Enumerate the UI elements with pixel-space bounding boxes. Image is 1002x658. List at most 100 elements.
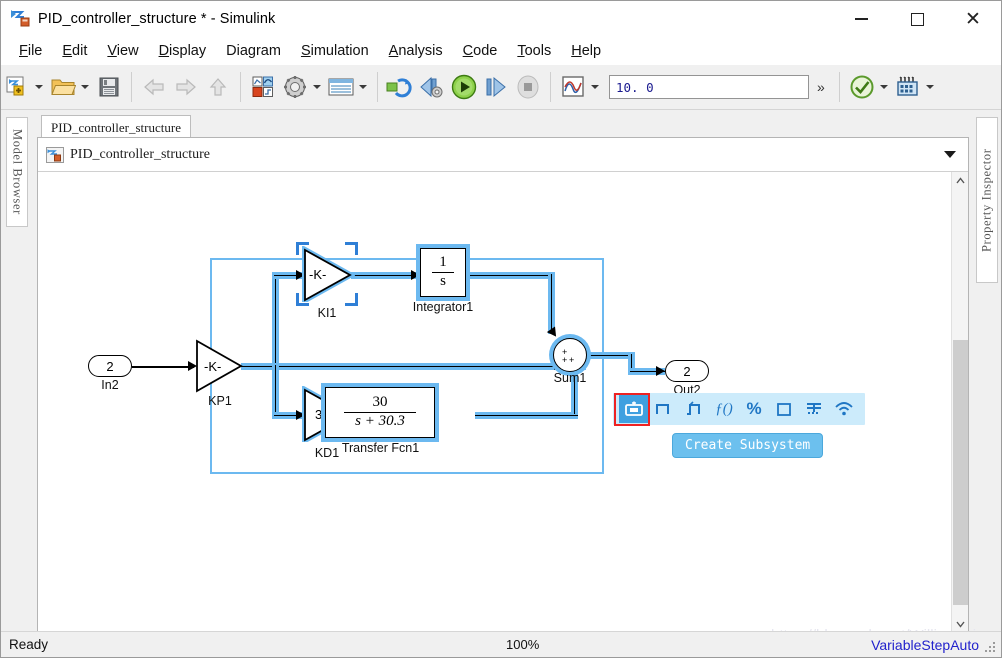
breadcrumb-dropdown-caret[interactable] (944, 151, 956, 158)
close-button[interactable]: ✕ (945, 1, 1001, 37)
block-sum1[interactable]: + + + (553, 338, 587, 372)
library-browser-button[interactable] (248, 71, 278, 103)
create-enabled-subsystem-icon[interactable] (649, 395, 679, 423)
up-to-parent-button[interactable] (203, 71, 233, 103)
create-bus-icon[interactable] (799, 395, 829, 423)
wire-integrator-out (466, 275, 555, 277)
toolbar-overflow-button[interactable]: » (817, 79, 825, 95)
block-out2[interactable]: 2 (665, 360, 709, 382)
arrow-out2-in (656, 366, 665, 376)
simulation-stop-time-input[interactable]: 10. 0 (609, 75, 809, 99)
main-toolbar: 10. 0 » (1, 65, 1001, 110)
transferfcn-numerator: 30 (373, 395, 388, 411)
open-model-dropdown[interactable] (79, 71, 91, 103)
simulink-window: PID_controller_structure * - Simulink ✕ … (0, 0, 1002, 658)
new-model-dropdown[interactable] (33, 71, 45, 103)
resize-grip[interactable] (985, 642, 997, 654)
status-bar: Ready 100% VariableStepAuto (1, 631, 1001, 657)
scope-button[interactable] (558, 71, 588, 103)
block-kp1-label: KP1 (188, 394, 252, 408)
create-mask-icon[interactable] (769, 395, 799, 423)
parallel-dropdown[interactable] (924, 71, 936, 103)
create-triggered-subsystem-icon[interactable] (679, 395, 709, 423)
menu-edit[interactable]: Edit (52, 41, 97, 61)
block-out2-value: 2 (683, 364, 690, 379)
wire-branch-up (275, 272, 277, 367)
status-solver[interactable]: VariableStepAuto (871, 637, 979, 653)
toolbar-separator (131, 72, 132, 102)
wire-in2-to-kp1 (132, 366, 194, 368)
save-model-button[interactable] (94, 71, 124, 103)
minimize-button[interactable] (833, 1, 889, 37)
menu-analysis[interactable]: Analysis (379, 41, 453, 61)
menu-view[interactable]: View (97, 41, 148, 61)
menu-display[interactable]: Display (149, 41, 217, 61)
title-bar: PID_controller_structure * - Simulink ✕ (1, 1, 1001, 37)
wire-integrator-down (551, 274, 553, 332)
parallel-button[interactable] (893, 71, 923, 103)
back-button[interactable] (139, 71, 169, 103)
breadcrumb: PID_controller_structure (38, 138, 968, 172)
toolbar-separator (550, 72, 551, 102)
property-inspector-tab[interactable]: Property Inspector (976, 117, 998, 283)
model-advisor-dropdown[interactable] (878, 71, 890, 103)
menu-diagram[interactable]: Diagram (216, 41, 291, 61)
breadcrumb-label[interactable]: PID_controller_structure (70, 147, 210, 163)
integrator-numerator: 1 (439, 255, 447, 271)
menu-code[interactable]: Code (453, 41, 508, 61)
block-ki1-selection-handles (296, 242, 358, 306)
toolbar-separator (839, 72, 840, 102)
maximize-button[interactable] (889, 1, 945, 37)
menu-simulation[interactable]: Simulation (291, 41, 379, 61)
block-kp1-value: -K- (204, 359, 221, 374)
menu-file[interactable]: File (9, 41, 52, 61)
sum-sign-3: + (569, 356, 574, 365)
window-controls: ✕ (833, 1, 1001, 37)
stop-button[interactable] (513, 71, 543, 103)
tab-pid-controller-structure[interactable]: PID_controller_structure (41, 115, 191, 137)
create-function-glyph: ƒ() (715, 401, 733, 418)
forward-button[interactable] (171, 71, 201, 103)
model-explorer-button[interactable] (326, 71, 356, 103)
toolbar-separator (377, 72, 378, 102)
status-ready: Ready (9, 637, 48, 652)
run-button[interactable] (449, 71, 479, 103)
model-configuration-button[interactable] (280, 71, 310, 103)
create-subsystem-focus-outline (614, 393, 650, 426)
wire-ki1-integrator (351, 275, 419, 277)
model-configuration-dropdown[interactable] (311, 71, 323, 103)
block-in2-label: In2 (88, 378, 132, 392)
block-integrator1-expression: 1 s (432, 255, 454, 290)
scrollbar-thumb[interactable] (953, 340, 968, 605)
toolbar-separator (240, 72, 241, 102)
scroll-up-arrow[interactable] (952, 172, 969, 189)
block-in2[interactable]: 2 (88, 355, 132, 377)
step-back-button[interactable] (417, 71, 447, 103)
menu-help[interactable]: Help (561, 41, 611, 61)
wire-branch-down (275, 365, 277, 419)
comment-out-icon[interactable]: % (739, 395, 769, 423)
block-transferfcn1-label: Transfer Fcn1 (323, 441, 438, 455)
menu-tools[interactable]: Tools (507, 41, 561, 61)
comment-out-glyph: % (746, 399, 761, 419)
new-model-button[interactable] (2, 71, 32, 103)
canvas-vertical-scrollbar[interactable] (951, 172, 968, 633)
create-subsystem-tooltip: Create Subsystem (672, 433, 823, 458)
canvas-container: PID_controller_structure (37, 137, 969, 633)
window-title: PID_controller_structure * - Simulink (38, 11, 275, 27)
integrator-denominator: s (440, 274, 446, 290)
block-sum1-label: Sum1 (542, 371, 598, 385)
step-forward-button[interactable] (481, 71, 511, 103)
block-transferfcn1-expression: 30 s + 30.3 (344, 395, 416, 430)
model-browser-tab[interactable]: Model Browser (6, 117, 28, 227)
block-in2-value: 2 (106, 359, 113, 374)
scope-dropdown[interactable] (589, 71, 601, 103)
model-advisor-button[interactable] (847, 71, 877, 103)
create-function-icon[interactable]: ƒ() (709, 395, 739, 423)
block-transferfcn1[interactable]: 30 s + 30.3 (325, 387, 435, 438)
model-explorer-dropdown[interactable] (357, 71, 369, 103)
block-integrator1[interactable]: 1 s (420, 248, 466, 297)
wireless-signal-icon[interactable] (829, 395, 859, 423)
update-model-button[interactable] (385, 71, 415, 103)
open-model-button[interactable] (48, 71, 78, 103)
